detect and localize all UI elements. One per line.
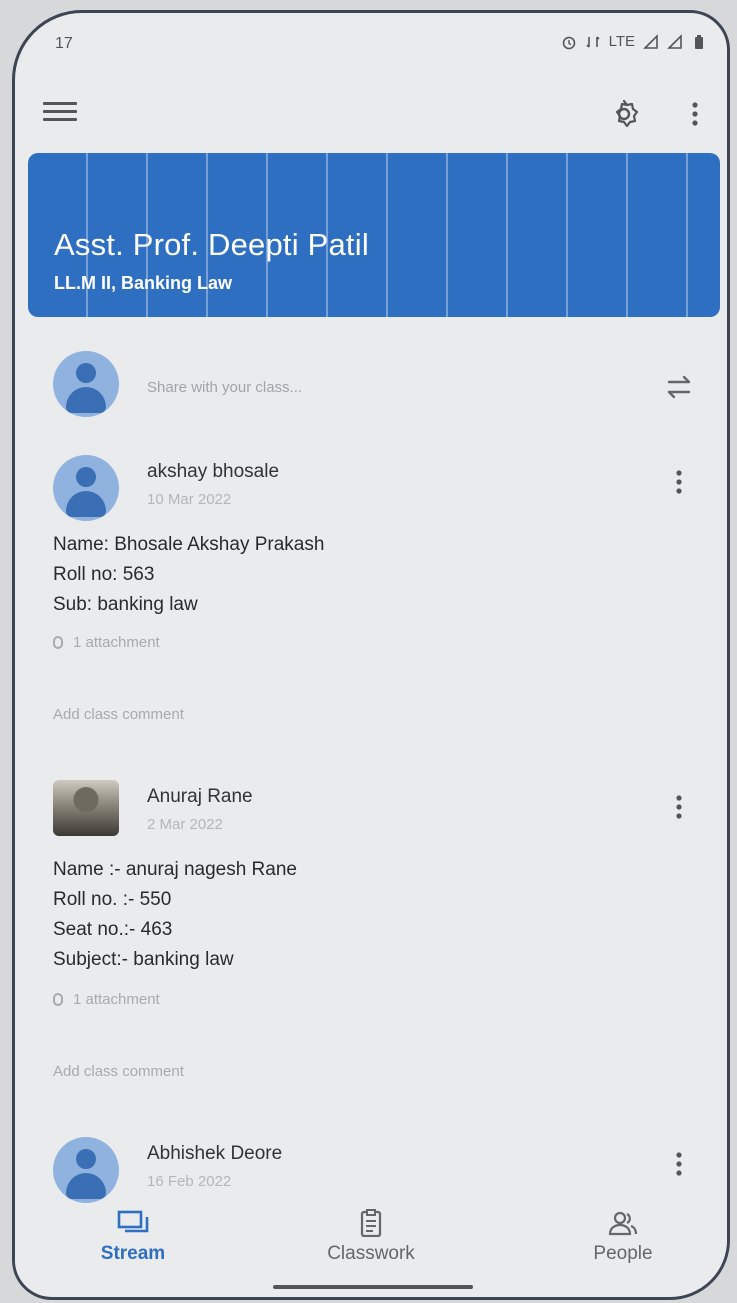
add-class-comment[interactable]: Add class comment <box>53 1063 184 1080</box>
network-label: LTE <box>608 33 635 50</box>
avatar-photo <box>53 780 119 836</box>
avatar <box>53 1137 119 1203</box>
post-more-options-icon[interactable] <box>669 790 689 824</box>
class-teacher-title: Asst. Prof. Deepti Patil <box>54 227 369 262</box>
paperclip-icon <box>53 636 63 649</box>
avatar <box>53 455 119 521</box>
nav-tab-classwork[interactable]: Classwork <box>301 1209 441 1265</box>
repost-icon[interactable] <box>661 369 697 405</box>
signal-icon <box>643 34 658 49</box>
stream-icon <box>117 1210 149 1233</box>
status-time: 17 <box>55 35 73 52</box>
nav-label: People <box>593 1243 653 1264</box>
people-icon <box>608 1211 638 1236</box>
post-author: Abhishek Deore <box>147 1143 283 1164</box>
menu-icon[interactable] <box>43 97 77 129</box>
post-author: Anuraj Rane <box>147 786 253 807</box>
nav-label: Stream <box>100 1243 166 1264</box>
nav-tab-people[interactable]: People <box>553 1209 693 1265</box>
classwork-icon <box>360 1209 382 1237</box>
attachment-link[interactable]: 1 attachment <box>53 991 160 1008</box>
post-date: 16 Feb 2022 <box>147 1173 232 1190</box>
post-text-line: Subject:- banking law <box>53 949 234 970</box>
post-text-line: Name :- anuraj nagesh Rane <box>53 859 297 880</box>
phone-frame: 17 LTE Asst. Prof. Deepti Patil LL.M II,… <box>12 10 730 1300</box>
data-icon <box>586 36 600 48</box>
post-text-line: Roll no. :- 550 <box>53 889 172 910</box>
post-author: akshay bhosale <box>147 461 280 482</box>
home-indicator[interactable] <box>273 1285 473 1289</box>
nav-tab-stream[interactable]: Stream <box>63 1209 203 1265</box>
status-icons: LTE <box>561 33 707 51</box>
signal-icon <box>667 34 682 49</box>
post-more-options-icon[interactable] <box>669 1147 689 1181</box>
post-text-line: Seat no.:- 463 <box>53 919 173 940</box>
paperclip-icon <box>53 993 63 1006</box>
bottom-navigation: Stream Classwork People <box>15 1209 727 1289</box>
gear-icon[interactable] <box>607 97 641 131</box>
alarm-icon <box>562 36 575 50</box>
post-text-line: Sub: banking law <box>53 594 198 615</box>
top-app-bar <box>15 83 727 143</box>
status-bar: 17 LTE <box>15 13 727 73</box>
attachment-count: 1 attachment <box>73 991 160 1008</box>
post-more-options-icon[interactable] <box>669 465 689 499</box>
post-text-line: Roll no: 563 <box>53 564 155 585</box>
battery-icon <box>695 35 703 49</box>
add-class-comment[interactable]: Add class comment <box>53 706 184 723</box>
attachment-count: 1 attachment <box>73 634 160 651</box>
share-with-class-row[interactable]: Share with your class... <box>15 343 727 423</box>
avatar <box>53 351 119 417</box>
class-subtitle: LL.M II, Banking Law <box>54 273 233 293</box>
attachment-link[interactable]: 1 attachment <box>53 634 160 651</box>
post-date: 10 Mar 2022 <box>147 491 232 508</box>
nav-label: Classwork <box>327 1243 415 1264</box>
post-date: 2 Mar 2022 <box>147 816 223 833</box>
class-banner[interactable]: Asst. Prof. Deepti Patil LL.M II, Bankin… <box>28 153 720 317</box>
more-options-icon[interactable] <box>683 97 707 131</box>
post-text-line: Name: Bhosale Akshay Prakash <box>53 534 325 555</box>
share-input[interactable]: Share with your class... <box>147 379 302 396</box>
